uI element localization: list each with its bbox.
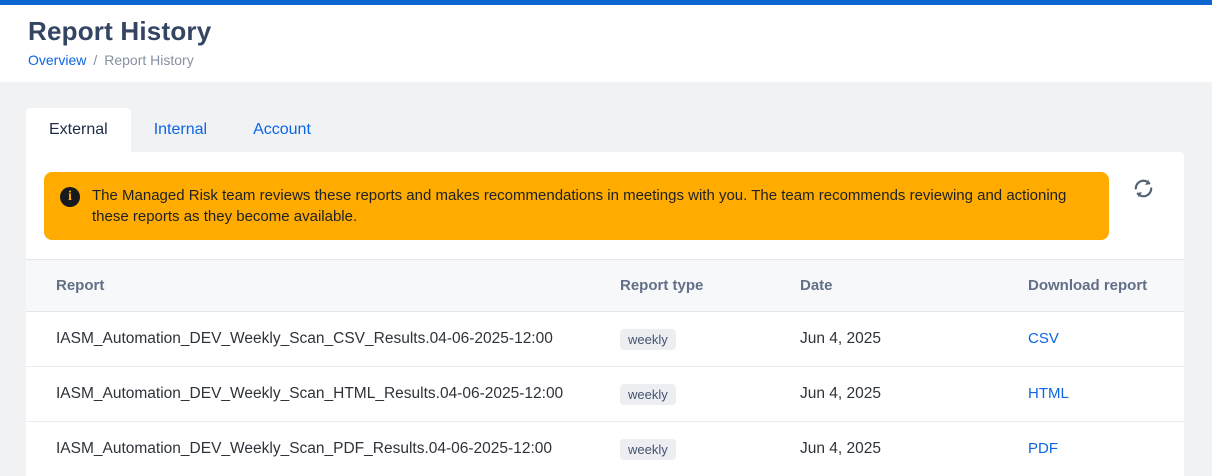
table-header-row: Report Report type Date Download report — [26, 260, 1184, 312]
report-type-badge: weekly — [620, 384, 676, 405]
table-row: IASM_Automation_DEV_Weekly_Scan_HTML_Res… — [26, 367, 1184, 422]
tab-account[interactable]: Account — [230, 108, 334, 152]
table-row: IASM_Automation_DEV_Weekly_Scan_CSV_Resu… — [26, 312, 1184, 367]
report-date: Jun 4, 2025 — [800, 440, 881, 457]
breadcrumb: Overview / Report History — [28, 52, 1212, 68]
report-name: IASM_Automation_DEV_Weekly_Scan_HTML_Res… — [56, 385, 563, 402]
report-date: Jun 4, 2025 — [800, 385, 881, 402]
breadcrumb-current: Report History — [104, 52, 193, 68]
column-header-download-report: Download report — [1028, 260, 1184, 312]
table-body: IASM_Automation_DEV_Weekly_Scan_CSV_Resu… — [26, 312, 1184, 476]
page-title: Report History — [28, 16, 1212, 47]
report-date: Jun 4, 2025 — [800, 330, 881, 347]
info-banner: i The Managed Risk team reviews these re… — [44, 172, 1109, 240]
tab-bar: External Internal Account — [26, 108, 1212, 152]
report-name: IASM_Automation_DEV_Weekly_Scan_PDF_Resu… — [56, 440, 552, 457]
download-report-link[interactable]: HTML — [1028, 385, 1069, 402]
breadcrumb-separator: / — [93, 52, 97, 68]
download-report-link[interactable]: PDF — [1028, 440, 1058, 457]
download-report-link[interactable]: CSV — [1028, 330, 1059, 347]
report-name: IASM_Automation_DEV_Weekly_Scan_CSV_Resu… — [56, 330, 553, 347]
content-card: i The Managed Risk team reviews these re… — [26, 152, 1184, 476]
table-row: IASM_Automation_DEV_Weekly_Scan_PDF_Resu… — [26, 422, 1184, 476]
report-type-badge: weekly — [620, 329, 676, 350]
column-header-report-type: Report type — [620, 260, 800, 312]
report-history-table: Report Report type Date Download report … — [26, 259, 1184, 476]
card-top-row: i The Managed Risk team reviews these re… — [26, 152, 1184, 240]
tab-internal[interactable]: Internal — [131, 108, 230, 152]
info-icon: i — [60, 187, 80, 207]
refresh-icon — [1131, 176, 1156, 201]
breadcrumb-link-overview[interactable]: Overview — [28, 52, 86, 68]
column-header-date: Date — [800, 260, 1028, 312]
tab-external[interactable]: External — [26, 108, 131, 152]
refresh-button[interactable] — [1131, 176, 1156, 201]
column-header-report: Report — [26, 260, 620, 312]
report-type-badge: weekly — [620, 439, 676, 460]
page-header: Report History Overview / Report History — [0, 5, 1212, 82]
banner-text: The Managed Risk team reviews these repo… — [92, 185, 1093, 227]
